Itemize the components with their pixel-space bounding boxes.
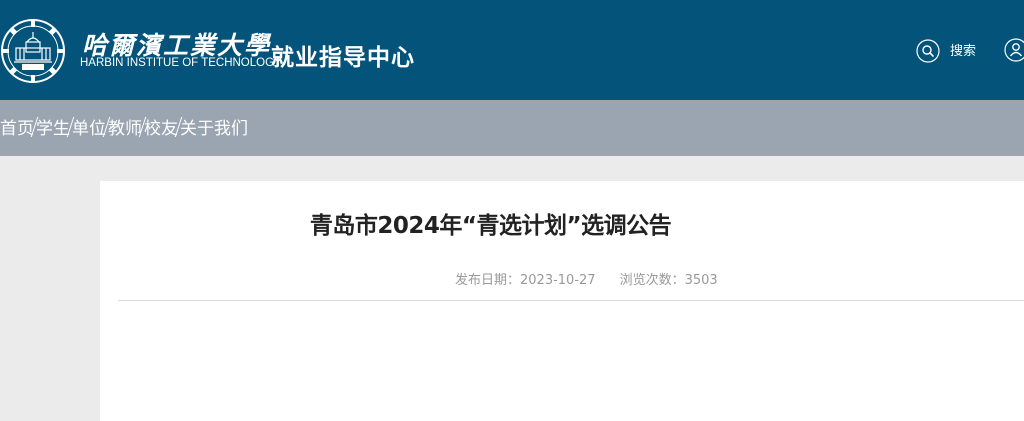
search-icon (916, 39, 940, 63)
article-title: 青岛市2024年“青选计划”选调公告 (309, 213, 672, 239)
nav-item-teachers[interactable]: 教师 (108, 114, 142, 139)
nav-item-about-us[interactable]: 关于我们 (180, 114, 248, 139)
university-seal-icon[interactable] (0, 18, 66, 84)
site-header: 哈爾濱工業大學 HARBIN INSTITUE OF TECHNOLOGY 就业… (0, 0, 1024, 100)
divider (118, 300, 1024, 301)
publish-date: 2023-10-27 (520, 273, 596, 288)
article-meta: 发布日期：2023-10-27 浏览次数：3503 (455, 269, 718, 288)
main-nav: 首页 学生 单位 教师 校友 关于我们 (0, 100, 1024, 156)
publish-date-label: 发布日期： (455, 273, 521, 288)
view-count: 3503 (684, 273, 718, 288)
search-label: 搜索 (950, 43, 977, 59)
nav-item-home[interactable]: 首页 (0, 114, 34, 139)
search-button[interactable]: 搜索 (916, 38, 976, 64)
nav-item-students[interactable]: 学生 (36, 114, 70, 139)
university-name-en: HARBIN INSTITUE OF TECHNOLOGY (80, 57, 282, 69)
view-count-label: 浏览次数： (619, 273, 685, 288)
nav-item-employers[interactable]: 单位 (72, 114, 106, 139)
site-title[interactable]: 就业指导中心 (271, 38, 415, 72)
article-panel: 青岛市2024年“青选计划”选调公告 发布日期：2023-10-27 浏览次数：3… (100, 181, 1024, 421)
nav-item-alumni[interactable]: 校友 (144, 114, 178, 139)
user-icon[interactable] (1004, 38, 1024, 62)
